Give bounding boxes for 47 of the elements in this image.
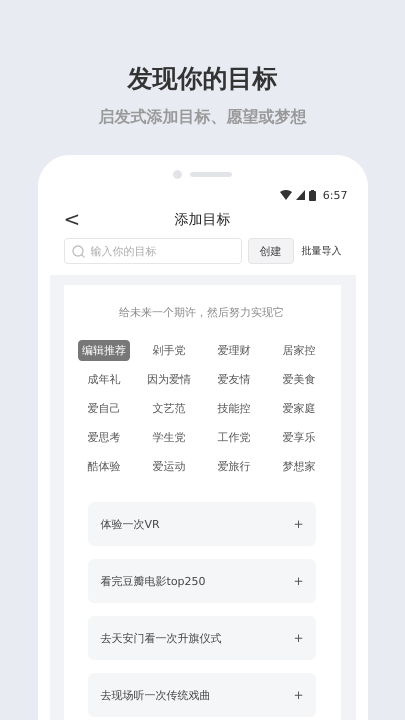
goal-suggestion[interactable]: 看完豆瓣电影top250 + bbox=[88, 559, 316, 603]
category-tag[interactable]: 剁手党 bbox=[148, 340, 190, 361]
goal-input-field[interactable]: 输入你的目标 bbox=[64, 238, 242, 264]
camera-icon bbox=[173, 170, 182, 178]
category-tag[interactable]: 编辑推荐 bbox=[78, 340, 130, 361]
category-tag[interactable]: 梦想家 bbox=[278, 456, 320, 477]
signal-icon bbox=[296, 190, 305, 200]
category-tag[interactable]: 成年礼 bbox=[84, 369, 124, 390]
speaker-icon bbox=[190, 172, 232, 176]
page-title: 添加目标 bbox=[174, 211, 230, 229]
category-tag[interactable]: 爱享乐 bbox=[278, 427, 320, 448]
add-button[interactable]: + bbox=[293, 631, 304, 645]
category-tag[interactable]: 爱运动 bbox=[148, 456, 190, 477]
subheadline: 启发式添加目标、愿望或梦想 bbox=[98, 106, 306, 128]
goal-title: 去天安门看一次升旗仪式 bbox=[100, 630, 222, 646]
category-tag[interactable]: 爱自己 bbox=[84, 398, 124, 419]
category-tag[interactable]: 爱家庭 bbox=[278, 398, 320, 419]
category-tag[interactable]: 爱友情 bbox=[214, 369, 254, 390]
goal-title: 去现场听一次传统戏曲 bbox=[100, 688, 210, 702]
category-tag[interactable]: 酷体验 bbox=[84, 456, 124, 477]
status-time: 6:57 bbox=[322, 188, 348, 202]
category-tag[interactable]: 因为爱情 bbox=[143, 369, 195, 390]
battery-icon bbox=[308, 190, 316, 200]
prompt-text: 给未来一个期许，然后努力实现它 bbox=[118, 305, 285, 321]
create-button[interactable]: 创建 bbox=[248, 238, 294, 264]
category-tag[interactable]: 学生党 bbox=[148, 427, 190, 448]
category-tag[interactable]: 爱理财 bbox=[214, 340, 254, 361]
goal-suggestion[interactable]: 去天安门看一次升旗仪式 + bbox=[88, 616, 316, 660]
goal-suggestion[interactable]: 去现场听一次传统戏曲 + bbox=[88, 673, 316, 717]
category-tag[interactable]: 技能控 bbox=[214, 398, 254, 419]
category-tag[interactable]: 爱美食 bbox=[278, 369, 320, 390]
goal-title: 体验一次VR bbox=[100, 516, 160, 532]
category-tag[interactable]: 爱旅行 bbox=[214, 456, 254, 477]
bulk-import-link[interactable]: 批量导入 bbox=[302, 244, 342, 258]
category-tag[interactable]: 文艺范 bbox=[148, 398, 190, 419]
goal-title: 看完豆瓣电影top250 bbox=[100, 574, 206, 588]
add-button[interactable]: + bbox=[293, 688, 304, 702]
category-tag[interactable]: 工作党 bbox=[214, 427, 254, 448]
add-button[interactable]: + bbox=[293, 517, 304, 531]
category-tag[interactable]: 爱思考 bbox=[84, 427, 124, 448]
back-button[interactable]: < bbox=[60, 207, 84, 231]
headline: 发现你的目标 bbox=[128, 63, 278, 95]
wifi-icon bbox=[280, 190, 292, 200]
add-button[interactable]: + bbox=[293, 574, 304, 588]
search-icon bbox=[72, 245, 84, 258]
goal-suggestion[interactable]: 体验一次VR + bbox=[88, 502, 316, 546]
category-tag[interactable]: 居家控 bbox=[278, 340, 320, 361]
